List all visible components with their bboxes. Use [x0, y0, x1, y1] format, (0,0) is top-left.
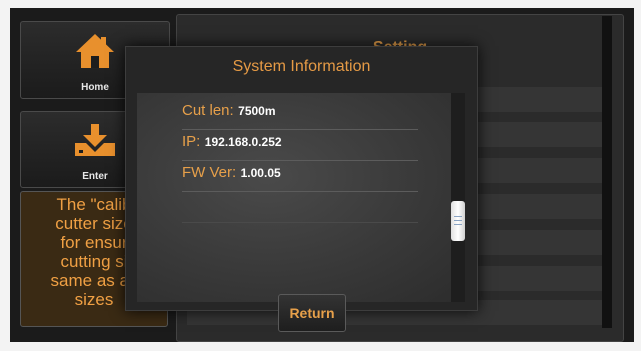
info-key: IP:	[182, 133, 201, 150]
dialog-body: Cut len: 7500m IP: 192.168.0.252 FW Ver:…	[137, 93, 465, 332]
grip-line	[454, 220, 462, 221]
info-value: 192.168.0.252	[204, 135, 282, 149]
info-value: 7500m	[238, 104, 276, 118]
dialog-title: System Information	[232, 58, 371, 75]
info-key: FW Ver:	[182, 164, 237, 181]
info-key: Cut len:	[182, 102, 234, 119]
home-icon	[76, 34, 114, 68]
settings-scrollbar[interactable]	[602, 16, 612, 328]
grip-line	[454, 216, 462, 217]
return-button[interactable]: Return	[278, 294, 346, 332]
info-value: 1.00.05	[240, 166, 281, 180]
grip-line	[454, 224, 462, 225]
system-info-dialog: System Information Cut len: 7500m IP: 19…	[125, 46, 478, 332]
info-row-empty	[182, 195, 418, 223]
download-tray-icon	[75, 124, 115, 156]
info-row-ip: IP: 192.168.0.252	[182, 133, 418, 161]
info-row-cut-len: Cut len: 7500m	[182, 102, 418, 130]
dialog-scrollbar[interactable]	[451, 93, 465, 302]
scroll-thumb[interactable]	[451, 201, 465, 241]
info-row-fw-ver: FW Ver: 1.00.05	[182, 164, 418, 192]
